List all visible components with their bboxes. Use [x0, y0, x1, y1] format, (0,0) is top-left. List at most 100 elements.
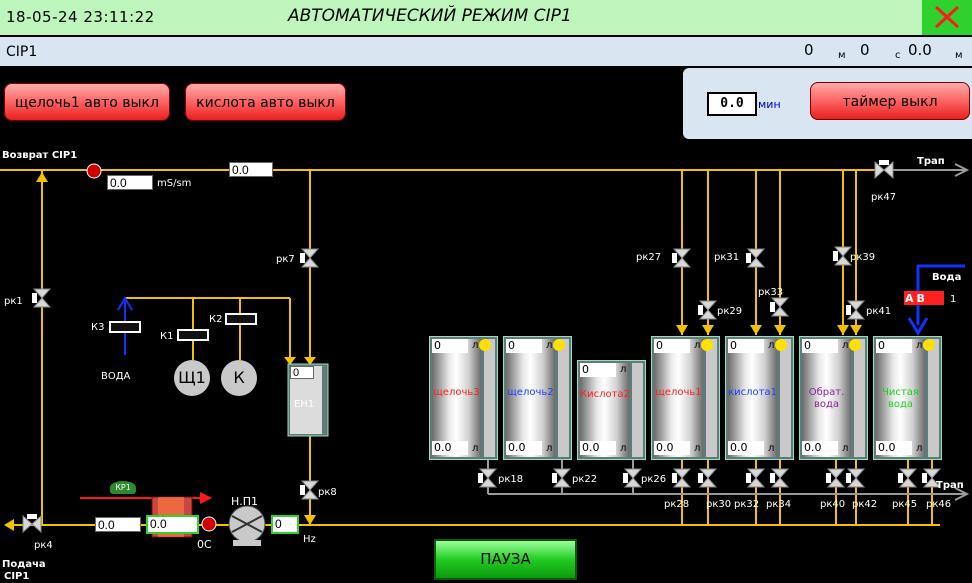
- valve-rk45[interactable]: [897, 467, 919, 489]
- valve-rk34[interactable]: [769, 467, 791, 489]
- valve-rk4[interactable]: [21, 513, 43, 535]
- valve-k2-label: К2: [209, 314, 223, 325]
- tank-top-value: 0: [728, 339, 764, 353]
- valve-rk18[interactable]: [477, 467, 499, 489]
- acid-container-k: К: [221, 360, 257, 396]
- ab-suffix: 1: [950, 294, 957, 305]
- tank-top-unit: л: [472, 340, 479, 351]
- tank-bottom-unit: л: [472, 443, 479, 454]
- tank-status-indicator: [849, 339, 861, 351]
- valve-rk39-label: рк39: [850, 252, 876, 263]
- valve-rk4-label: рк4: [34, 540, 53, 551]
- valve-rk30[interactable]: [697, 467, 719, 489]
- valve-rk32-label: рк32: [734, 499, 760, 510]
- valve-rk29[interactable]: [697, 299, 719, 321]
- valve-rk33-label: рк33: [758, 287, 784, 298]
- valve-rk1[interactable]: [31, 287, 53, 309]
- tank-top-value: 0: [580, 363, 616, 377]
- return-label: Возврат CIP1: [2, 150, 78, 161]
- tank-top-value: 0: [654, 339, 690, 353]
- valve-k3-label: К3: [91, 322, 105, 333]
- tank-bottom-unit: л: [694, 443, 701, 454]
- valve-rk47[interactable]: [873, 159, 895, 181]
- cip-screen: 18-05-24 23:11:22 АВТОМАТИЧЕСКИЙ РЕЖИМ C…: [0, 0, 972, 583]
- piping-diagram: [0, 163, 970, 546]
- tank-name: кислота1: [728, 387, 777, 398]
- water-inlet-label: ВОДА: [101, 371, 131, 382]
- tank-5[interactable]: 0 л 0.0 л кислота1: [725, 336, 794, 460]
- valve-rk42[interactable]: [845, 467, 867, 489]
- tank-name: Обрат. вода: [808, 387, 845, 410]
- pause-button[interactable]: ПАУЗА: [434, 539, 577, 580]
- valve-rk26-label: рк26: [641, 474, 667, 485]
- tank-level-bar: [484, 339, 495, 457]
- ab-label: АВ: [905, 292, 928, 305]
- tank-7[interactable]: 0 л 0.0 л Чистая вода: [873, 336, 942, 460]
- temperature-value: 0.0: [146, 515, 199, 534]
- valve-rk31[interactable]: [745, 247, 767, 269]
- valve-rk28[interactable]: [671, 467, 693, 489]
- tank-4[interactable]: 0 л 0.0 л щелочь1: [651, 336, 720, 460]
- temperature-sensor-indicator: [201, 516, 217, 532]
- tank-bottom-unit: л: [916, 443, 923, 454]
- valve-rk27[interactable]: [671, 247, 693, 269]
- tank-bottom-value: 0.0: [654, 441, 690, 455]
- tank-name: Кислота2: [580, 389, 630, 400]
- valve-rk29-label: рк29: [717, 306, 743, 317]
- tank-level-bar: [706, 339, 717, 457]
- valve-rk42-label: рк42: [852, 499, 878, 510]
- valve-rk27-label: рк27: [636, 252, 662, 263]
- tank-level-bar: [854, 339, 865, 457]
- valve-rk18-label: рк18: [498, 474, 524, 485]
- conductivity-unit: mS/sm: [157, 178, 192, 189]
- tank-bottom-value: 0.0: [580, 441, 616, 455]
- tank-top-unit: л: [620, 364, 627, 375]
- pump-np1[interactable]: [228, 505, 266, 546]
- tank-bottom-value: 0.0: [506, 441, 542, 455]
- tank-name: щелочь3: [433, 387, 480, 398]
- conductivity-value: 0.0: [107, 175, 153, 190]
- valve-rk7-label: рк7: [276, 254, 295, 265]
- heater-valve-kr1[interactable]: КР1: [110, 481, 136, 494]
- valve-rk41-label: рк41: [866, 306, 892, 317]
- alkali-container-sh1: Щ1: [174, 360, 210, 396]
- return-sensor-indicator: [86, 163, 102, 179]
- valve-k1-label: К1: [160, 331, 174, 342]
- tank-bottom-value: 0.0: [876, 441, 912, 455]
- temperature-pre-value: 0.0: [95, 517, 141, 532]
- valve-rk40-label: рк40: [820, 499, 846, 510]
- pump-frequency: 0: [271, 515, 299, 534]
- drain-label-2: Трап: [936, 480, 964, 491]
- valve-rk28-label: рк28: [664, 499, 690, 510]
- valve-rk32[interactable]: [745, 467, 767, 489]
- valve-rk33[interactable]: [769, 296, 791, 318]
- valve-rk31-label: рк31: [714, 252, 740, 263]
- tank-bottom-value: 0.0: [728, 441, 764, 455]
- tank-level-bar: [558, 339, 569, 457]
- tank-status-indicator: [923, 339, 935, 351]
- valve-rk45-label: рк45: [892, 499, 918, 510]
- tank-bottom-unit: л: [842, 443, 849, 454]
- valve-rk41[interactable]: [845, 299, 867, 321]
- tank-bottom-unit: л: [620, 443, 627, 454]
- tank-top-value: 0: [802, 339, 838, 353]
- pump-name: Н.П1: [231, 495, 259, 508]
- valve-rk7[interactable]: [299, 247, 321, 269]
- valve-rk34-label: рк34: [766, 499, 792, 510]
- valve-rk40[interactable]: [825, 467, 847, 489]
- tank-top-unit: л: [694, 340, 701, 351]
- valve-rk22[interactable]: [551, 467, 573, 489]
- tank-status-indicator: [479, 339, 491, 351]
- tank-3[interactable]: 0 л 0.0 л Кислота2: [577, 360, 646, 460]
- tank-6[interactable]: 0 л 0.0 л Обрат. вода: [799, 336, 868, 460]
- tank-bottom-unit: л: [546, 443, 553, 454]
- valve-rk8-label: рк8: [318, 487, 337, 498]
- tank-status-indicator: [701, 339, 713, 351]
- tank-1[interactable]: 0 л 0.0 л щелочь3: [429, 336, 498, 460]
- tank-2[interactable]: 0 л 0.0 л щелочь2: [503, 336, 572, 460]
- tank-level-bar: [632, 363, 643, 457]
- valve-rk47-label: рк47: [871, 192, 897, 203]
- tank-top-value: 0: [506, 339, 542, 353]
- tank-name: щелочь1: [655, 387, 702, 398]
- temperature-unit: 0С: [197, 538, 212, 551]
